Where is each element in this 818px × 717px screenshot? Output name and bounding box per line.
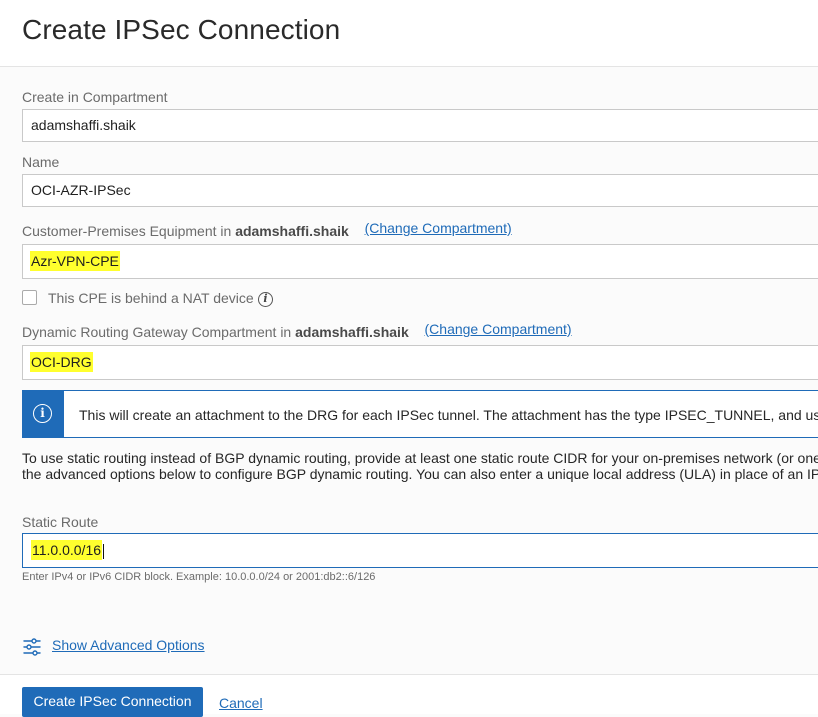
cpe-label: Customer-Premises Equipment in adamshaff… (22, 220, 512, 239)
compartment-label: Create in Compartment (22, 89, 168, 105)
cpe-label-prefix: Customer-Premises Equipment in (22, 223, 232, 239)
banner-strip: i (23, 391, 64, 437)
banner-text: This will create an attachment to the DR… (79, 407, 818, 423)
drg-value: OCI-DRG (30, 352, 93, 372)
drg-label: Dynamic Routing Gateway Compartment in a… (22, 321, 572, 340)
cpe-select[interactable]: Azr-VPN-CPE (22, 244, 818, 279)
static-route-hint: Enter IPv4 or IPv6 CIDR block. Example: … (22, 571, 376, 583)
compartment-value: adamshaffi.shaik (31, 117, 136, 133)
static-route-value: 11.0.0.0/16 (31, 540, 103, 560)
nat-checkbox-label: This CPE is behind a NAT device (48, 290, 254, 306)
compartment-select[interactable]: adamshaffi.shaik (22, 109, 818, 142)
cpe-change-compartment-link[interactable]: (Change Compartment) (365, 220, 512, 236)
name-label: Name (22, 154, 60, 170)
drg-change-compartment-link[interactable]: (Change Compartment) (425, 321, 572, 337)
static-route-input[interactable]: 11.0.0.0/16 (22, 533, 818, 568)
dialog-header: Create IPSec Connection (0, 0, 818, 67)
dialog-footer: Create IPSec Connection Cancel (0, 674, 818, 717)
static-route-label: Static Route (22, 514, 99, 530)
name-input[interactable]: OCI-AZR-IPSec (22, 174, 818, 207)
routing-note-line-1: To use static routing instead of BGP dyn… (22, 450, 818, 466)
show-advanced-options-link[interactable]: Show Advanced Options (52, 637, 205, 653)
info-circle-icon: i (33, 404, 52, 423)
text-caret (103, 543, 105, 559)
page-title: Create IPSec Connection (22, 14, 341, 45)
drg-label-compartment: adamshaffi.shaik (295, 324, 409, 340)
name-value: OCI-AZR-IPSec (31, 182, 131, 198)
sliders-icon (23, 638, 41, 656)
cpe-value: Azr-VPN-CPE (30, 251, 120, 271)
info-icon[interactable]: i (258, 292, 273, 307)
cpe-label-compartment: adamshaffi.shaik (235, 223, 349, 239)
routing-note: To use static routing instead of BGP dyn… (22, 450, 818, 482)
nat-checkbox[interactable] (22, 290, 37, 305)
drg-label-prefix: Dynamic Routing Gateway Compartment in (22, 324, 292, 340)
routing-note-line-2: the advanced options below to configure … (22, 466, 818, 482)
drg-select[interactable]: OCI-DRG (22, 345, 818, 380)
info-banner: i This will create an attachment to the … (22, 390, 818, 438)
cancel-link[interactable]: Cancel (219, 695, 263, 711)
